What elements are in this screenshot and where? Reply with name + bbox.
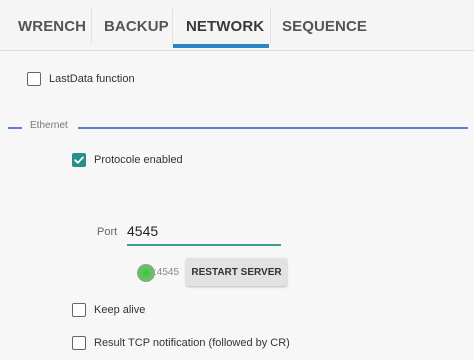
tab-network[interactable]: NETWORK <box>186 0 264 50</box>
keep-alive-row[interactable]: Keep alive <box>72 303 145 317</box>
port-label: Port <box>97 226 118 238</box>
tab-backup[interactable]: BACKUP <box>104 0 169 50</box>
keep-alive-label: Keep alive <box>94 304 146 316</box>
tab-sequence[interactable]: SEQUENCE <box>282 0 367 50</box>
active-tab-indicator <box>173 44 269 48</box>
tab-divider <box>172 8 173 44</box>
lastdata-checkbox[interactable] <box>27 72 41 86</box>
tab-wrench[interactable]: WRENCH <box>18 0 86 50</box>
tab-divider <box>270 8 271 44</box>
result-tcp-checkbox[interactable] <box>72 336 86 350</box>
keep-alive-checkbox[interactable] <box>72 303 86 317</box>
protocol-enabled-checkbox[interactable] <box>72 153 86 167</box>
port-input[interactable] <box>127 220 281 246</box>
tab-divider <box>91 8 92 44</box>
ethernet-section-title: Ethernet <box>30 120 68 131</box>
result-tcp-row[interactable]: Result TCP notification (followed by CR) <box>72 336 290 350</box>
protocol-enabled-label: Protocole enabled <box>94 154 183 166</box>
restart-server-button[interactable]: RESTART SERVER <box>186 258 287 286</box>
lastdata-checkbox-row[interactable]: LastData function <box>27 72 135 86</box>
section-divider <box>8 127 22 129</box>
checkmark-icon <box>74 156 84 164</box>
tab-bar: WRENCH BACKUP NETWORK SEQUENCE <box>0 0 474 51</box>
protocol-enabled-row[interactable]: Protocole enabled <box>72 153 183 167</box>
section-divider <box>78 127 468 129</box>
server-status-indicator-icon <box>137 264 155 282</box>
network-settings-page: WRENCH BACKUP NETWORK SEQUENCE LastData … <box>0 0 474 360</box>
result-tcp-label: Result TCP notification (followed by CR) <box>94 337 290 349</box>
server-status-port: :4545 <box>154 267 180 278</box>
lastdata-label: LastData function <box>49 73 135 85</box>
